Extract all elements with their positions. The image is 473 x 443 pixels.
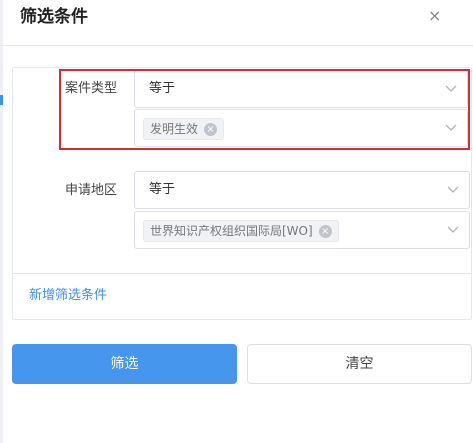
selected-tag: 世界知识产权组织国际局[WO] × xyxy=(143,220,339,242)
dialog-header: 筛选条件 × xyxy=(0,0,473,46)
filter-button[interactable]: 筛选 xyxy=(12,344,237,384)
region-operator-select[interactable]: 等于 xyxy=(134,171,470,209)
clear-button[interactable]: 清空 xyxy=(247,344,472,384)
annotation-highlight-box xyxy=(59,69,470,150)
tag-remove-icon[interactable]: × xyxy=(318,224,332,238)
dialog-title: 筛选条件 xyxy=(20,7,88,27)
background-strip xyxy=(0,0,3,443)
add-condition-link[interactable]: 新增筛选条件 xyxy=(29,287,107,305)
operator-value: 等于 xyxy=(149,182,176,197)
condition-label-region: 申请地区 xyxy=(65,183,118,198)
chevron-down-icon xyxy=(447,226,459,233)
background-marker xyxy=(0,95,3,105)
tag-label: 世界知识产权组织国际局[WO] xyxy=(150,224,313,238)
chevron-down-icon xyxy=(447,186,459,193)
close-icon[interactable]: × xyxy=(428,6,441,26)
panel-divider xyxy=(13,273,471,274)
region-value-select[interactable]: 世界知识产权组织国际局[WO] × xyxy=(134,211,470,249)
